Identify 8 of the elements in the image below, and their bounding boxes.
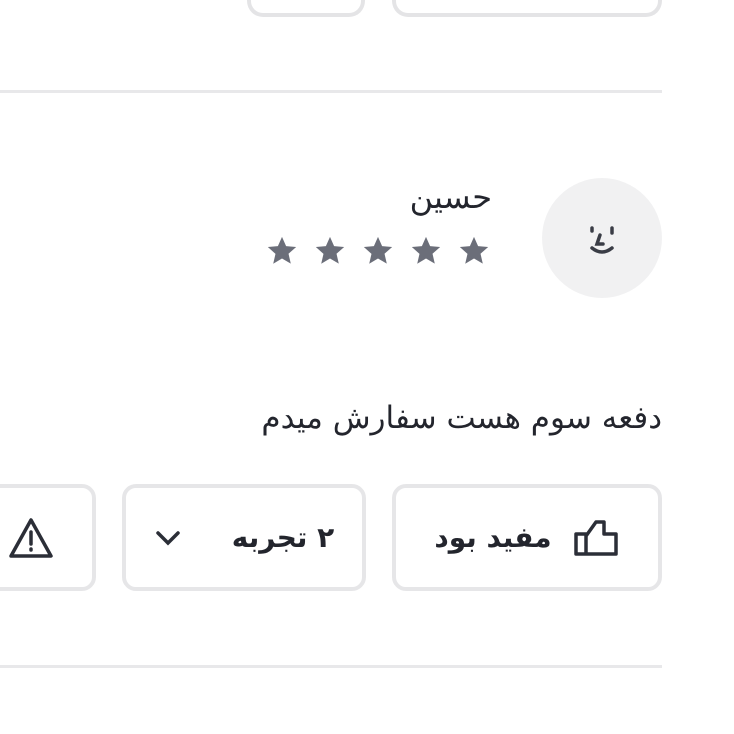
reviewer-name: حسین <box>410 178 492 216</box>
experiences-button[interactable]: ۲ تجربه <box>122 484 366 591</box>
helpful-button[interactable]: مفید بود <box>392 484 662 591</box>
review-comment: دفعه سوم هست سفارش میدم <box>260 400 662 436</box>
thumbs-up-icon <box>572 518 620 558</box>
warning-icon <box>7 516 55 560</box>
chevron-icon <box>154 528 182 546</box>
report-button[interactable] <box>0 484 96 591</box>
